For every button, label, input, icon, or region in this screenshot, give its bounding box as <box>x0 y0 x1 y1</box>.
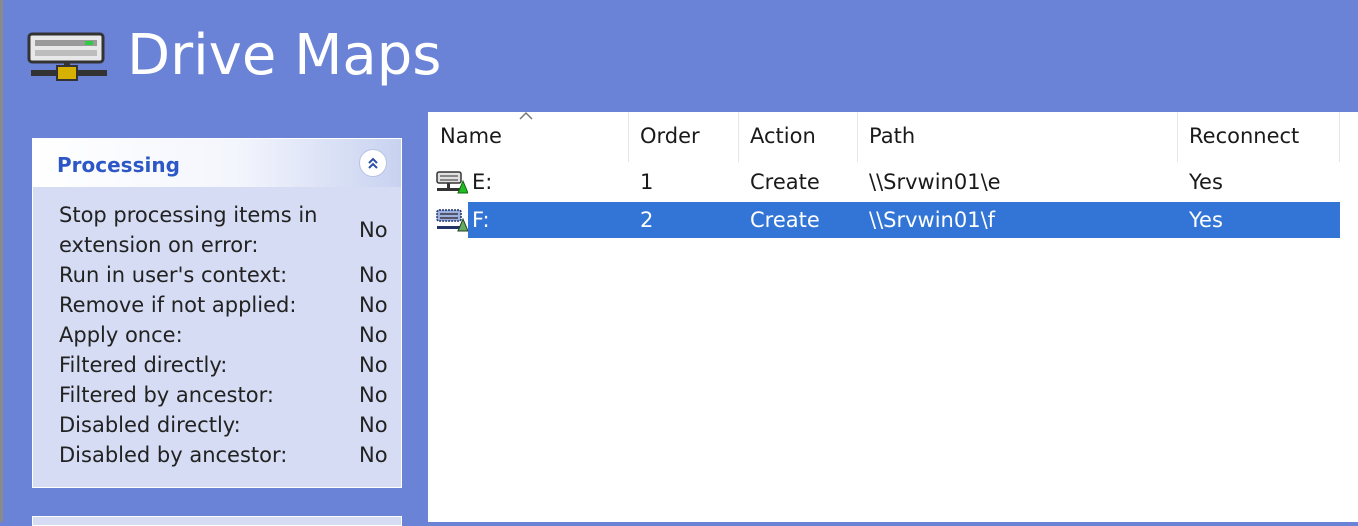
column-header-path-label: Path <box>869 124 916 148</box>
column-separator[interactable] <box>1339 112 1340 162</box>
row-name: E: <box>472 170 493 194</box>
prop-label-user-context: Run in user's context: <box>59 263 288 287</box>
prop-value-filtered-by-ancestor: No <box>359 383 388 407</box>
row-path: \\Srvwin01\e <box>869 170 1001 194</box>
prop-value-disabled-directly: No <box>359 413 388 437</box>
row-name: F: <box>472 208 490 232</box>
column-header-action[interactable]: Action <box>738 112 857 162</box>
prop-value-remove-if-not-applied: No <box>359 293 388 317</box>
column-header-reconnect-label: Reconnect <box>1189 124 1300 148</box>
collapse-button[interactable] <box>359 149 387 177</box>
drive-map-icon <box>27 32 107 81</box>
prop-value-disabled-by-ancestor: No <box>359 443 388 467</box>
table-row[interactable]: E: 1 Create \\Srvwin01\e Yes <box>428 164 1340 200</box>
double-chevron-up-icon <box>368 157 378 169</box>
column-header-order-label: Order <box>640 124 700 148</box>
panel-header[interactable]: Processing <box>33 139 401 187</box>
prop-value-user-context: No <box>359 263 388 287</box>
panel-title: Processing <box>57 153 180 177</box>
row-order: 2 <box>640 208 654 232</box>
row-order: 1 <box>640 170 654 194</box>
prop-label-stop-processing: Stop processing items in <box>59 203 318 227</box>
row-reconnect: Yes <box>1189 208 1223 232</box>
drive-map-selected-icon <box>436 209 468 232</box>
drive-map-create-icon <box>436 171 468 194</box>
prop-value-stop-processing: No <box>359 218 388 242</box>
column-header-action-label: Action <box>750 124 816 148</box>
table-row-selected[interactable]: F: 2 Create \\Srvwin01\f Yes <box>468 202 1340 238</box>
processing-panel: Processing Stop processing items in exte… <box>32 138 402 488</box>
second-panel-edge <box>32 516 402 526</box>
prop-label-disabled-directly: Disabled directly: <box>59 413 241 437</box>
row-action: Create <box>750 170 820 194</box>
column-header-reconnect[interactable]: Reconnect <box>1177 112 1339 162</box>
header: Drive Maps <box>3 0 1358 112</box>
prop-label-filtered-directly: Filtered directly: <box>59 353 228 377</box>
prop-label-stop-processing-cont: extension on error: <box>59 233 259 257</box>
prop-value-filtered-directly: No <box>359 353 388 377</box>
column-header-name-label: Name <box>440 124 502 148</box>
column-header-order[interactable]: Order <box>628 112 738 162</box>
prop-label-disabled-by-ancestor: Disabled by ancestor: <box>59 443 288 467</box>
prop-label-apply-once: Apply once: <box>59 323 183 347</box>
prop-label-filtered-by-ancestor: Filtered by ancestor: <box>59 383 274 407</box>
page-title: Drive Maps <box>127 23 442 88</box>
sort-ascending-icon <box>519 111 533 120</box>
column-header-name[interactable]: Name <box>428 111 628 162</box>
prop-label-remove-if-not-applied: Remove if not applied: <box>59 293 297 317</box>
prop-value-apply-once: No <box>359 323 388 347</box>
row-reconnect: Yes <box>1189 170 1223 194</box>
drive-map-list[interactable]: Name Order Action Path Reconnect E: 1 Cr… <box>428 111 1358 522</box>
row-path: \\Srvwin01\f <box>869 208 996 232</box>
row-action: Create <box>750 208 820 232</box>
column-header-path[interactable]: Path <box>857 112 1177 162</box>
